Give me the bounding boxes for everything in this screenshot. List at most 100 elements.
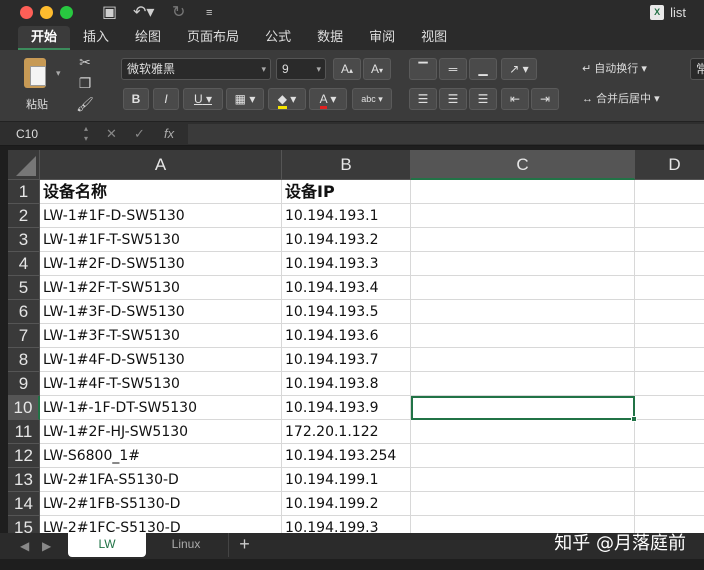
- table-cell[interactable]: [635, 228, 704, 252]
- phonetic-button[interactable]: abc ▾: [352, 88, 392, 110]
- align-right-button[interactable]: ☰: [469, 88, 497, 110]
- name-box[interactable]: C10 ▴ ▾: [8, 124, 90, 144]
- number-format-select[interactable]: 常: [690, 58, 704, 80]
- row-header[interactable]: 7: [8, 324, 40, 348]
- paste-button[interactable]: 粘贴: [18, 56, 58, 116]
- table-cell[interactable]: [411, 252, 635, 276]
- table-cell[interactable]: 10.194.193.254: [282, 444, 411, 468]
- underline-button[interactable]: U ▾: [183, 88, 223, 110]
- table-cell[interactable]: 10.194.193.2: [282, 228, 411, 252]
- table-cell[interactable]: [411, 444, 635, 468]
- table-cell[interactable]: [635, 276, 704, 300]
- tab-page-layout[interactable]: 页面布局: [174, 26, 252, 50]
- tab-home[interactable]: 开始: [18, 26, 71, 50]
- customize-toolbar-icon[interactable]: ≡: [206, 3, 212, 23]
- table-cell[interactable]: [411, 468, 635, 492]
- table-cell[interactable]: LW-S6800_1#: [40, 444, 282, 468]
- tab-view[interactable]: 视图: [408, 26, 460, 50]
- row-header[interactable]: 6: [8, 300, 40, 324]
- sheet-tab-linux[interactable]: Linux: [148, 533, 224, 557]
- table-cell[interactable]: [411, 324, 635, 348]
- table-cell[interactable]: [635, 444, 704, 468]
- row-header[interactable]: 1: [8, 180, 40, 204]
- row-header[interactable]: 5: [8, 276, 40, 300]
- header-cell[interactable]: [635, 180, 704, 204]
- redo-icon[interactable]: ↻: [172, 3, 185, 23]
- tab-draw[interactable]: 绘图: [122, 26, 174, 50]
- row-header[interactable]: 4: [8, 252, 40, 276]
- table-cell[interactable]: LW-1#3F-D-SW5130: [40, 300, 282, 324]
- table-cell[interactable]: [411, 228, 635, 252]
- row-header[interactable]: 2: [8, 204, 40, 228]
- column-header-b[interactable]: B: [282, 150, 411, 180]
- fill-color-button[interactable]: ◆ ▾: [268, 88, 306, 110]
- table-cell[interactable]: [635, 372, 704, 396]
- sheet-tab-lw[interactable]: LW: [68, 533, 146, 557]
- row-header[interactable]: 8: [8, 348, 40, 372]
- table-cell[interactable]: [635, 348, 704, 372]
- align-bottom-button[interactable]: ▁: [469, 58, 497, 80]
- font-size-select[interactable]: 9 ▾: [276, 58, 326, 80]
- table-cell[interactable]: [635, 420, 704, 444]
- table-cell[interactable]: LW-1#4F-T-SW5130: [40, 372, 282, 396]
- align-middle-button[interactable]: ═: [439, 58, 467, 80]
- header-cell[interactable]: 设备名称: [40, 180, 282, 204]
- table-cell[interactable]: LW-1#3F-T-SW5130: [40, 324, 282, 348]
- table-cell[interactable]: [635, 300, 704, 324]
- merge-center-button[interactable]: ↔ 合并后居中 ▾: [582, 88, 660, 110]
- wrap-text-button[interactable]: ↵ 自动换行 ▾: [582, 58, 647, 80]
- row-header[interactable]: 12: [8, 444, 40, 468]
- align-left-button[interactable]: ☰: [409, 88, 437, 110]
- cancel-entry-icon[interactable]: ✕: [106, 124, 117, 144]
- borders-button[interactable]: ▦ ▾: [226, 88, 264, 110]
- undo-icon[interactable]: ↶▾: [133, 3, 154, 23]
- table-cell[interactable]: LW-1#2F-D-SW5130: [40, 252, 282, 276]
- column-header-a[interactable]: A: [40, 150, 282, 180]
- row-header[interactable]: 11: [8, 420, 40, 444]
- close-window-button[interactable]: [20, 6, 33, 19]
- table-cell[interactable]: [635, 324, 704, 348]
- bold-button[interactable]: B: [123, 88, 149, 110]
- table-cell[interactable]: [635, 252, 704, 276]
- italic-button[interactable]: I: [153, 88, 179, 110]
- row-header[interactable]: 15: [8, 516, 40, 533]
- table-cell[interactable]: 10.194.193.5: [282, 300, 411, 324]
- table-cell[interactable]: [635, 396, 704, 420]
- font-color-button[interactable]: A ▾: [309, 88, 347, 110]
- table-cell[interactable]: LW-1#2F-T-SW5130: [40, 276, 282, 300]
- table-cell[interactable]: LW-1#2F-HJ-SW5130: [40, 420, 282, 444]
- confirm-entry-icon[interactable]: ✓: [134, 124, 145, 144]
- header-cell[interactable]: [411, 180, 635, 204]
- align-top-button[interactable]: ▔: [409, 58, 437, 80]
- table-cell[interactable]: [635, 204, 704, 228]
- row-header[interactable]: 10: [8, 396, 40, 420]
- cut-icon[interactable]: ✂: [70, 54, 100, 75]
- table-cell[interactable]: [411, 348, 635, 372]
- zoom-window-button[interactable]: [60, 6, 73, 19]
- save-icon[interactable]: ▣: [102, 3, 117, 23]
- add-sheet-button[interactable]: +: [228, 533, 260, 557]
- table-cell[interactable]: 10.194.199.2: [282, 492, 411, 516]
- table-cell[interactable]: [635, 492, 704, 516]
- tab-review[interactable]: 审阅: [356, 26, 408, 50]
- copy-icon[interactable]: ❐: [70, 75, 100, 96]
- table-cell[interactable]: [411, 492, 635, 516]
- row-header[interactable]: 13: [8, 468, 40, 492]
- table-cell[interactable]: 10.194.193.8: [282, 372, 411, 396]
- table-cell[interactable]: [411, 300, 635, 324]
- row-header[interactable]: 3: [8, 228, 40, 252]
- orientation-button[interactable]: ↗ ▾: [501, 58, 537, 80]
- table-cell[interactable]: [635, 468, 704, 492]
- minimize-window-button[interactable]: [40, 6, 53, 19]
- table-cell[interactable]: LW-2#1FC-S5130-D: [40, 516, 282, 533]
- tab-formulas[interactable]: 公式: [252, 26, 304, 50]
- table-cell[interactable]: 10.194.193.7: [282, 348, 411, 372]
- column-header-c[interactable]: C: [411, 150, 635, 180]
- table-cell[interactable]: LW-1#1F-D-SW5130: [40, 204, 282, 228]
- previous-sheet-icon[interactable]: ◀: [20, 536, 29, 556]
- align-center-button[interactable]: ☰: [439, 88, 467, 110]
- format-painter-icon[interactable]: 🖌: [70, 96, 100, 117]
- column-header-d[interactable]: D: [635, 150, 704, 180]
- table-cell[interactable]: [411, 372, 635, 396]
- increase-font-size-button[interactable]: A▴: [333, 58, 361, 80]
